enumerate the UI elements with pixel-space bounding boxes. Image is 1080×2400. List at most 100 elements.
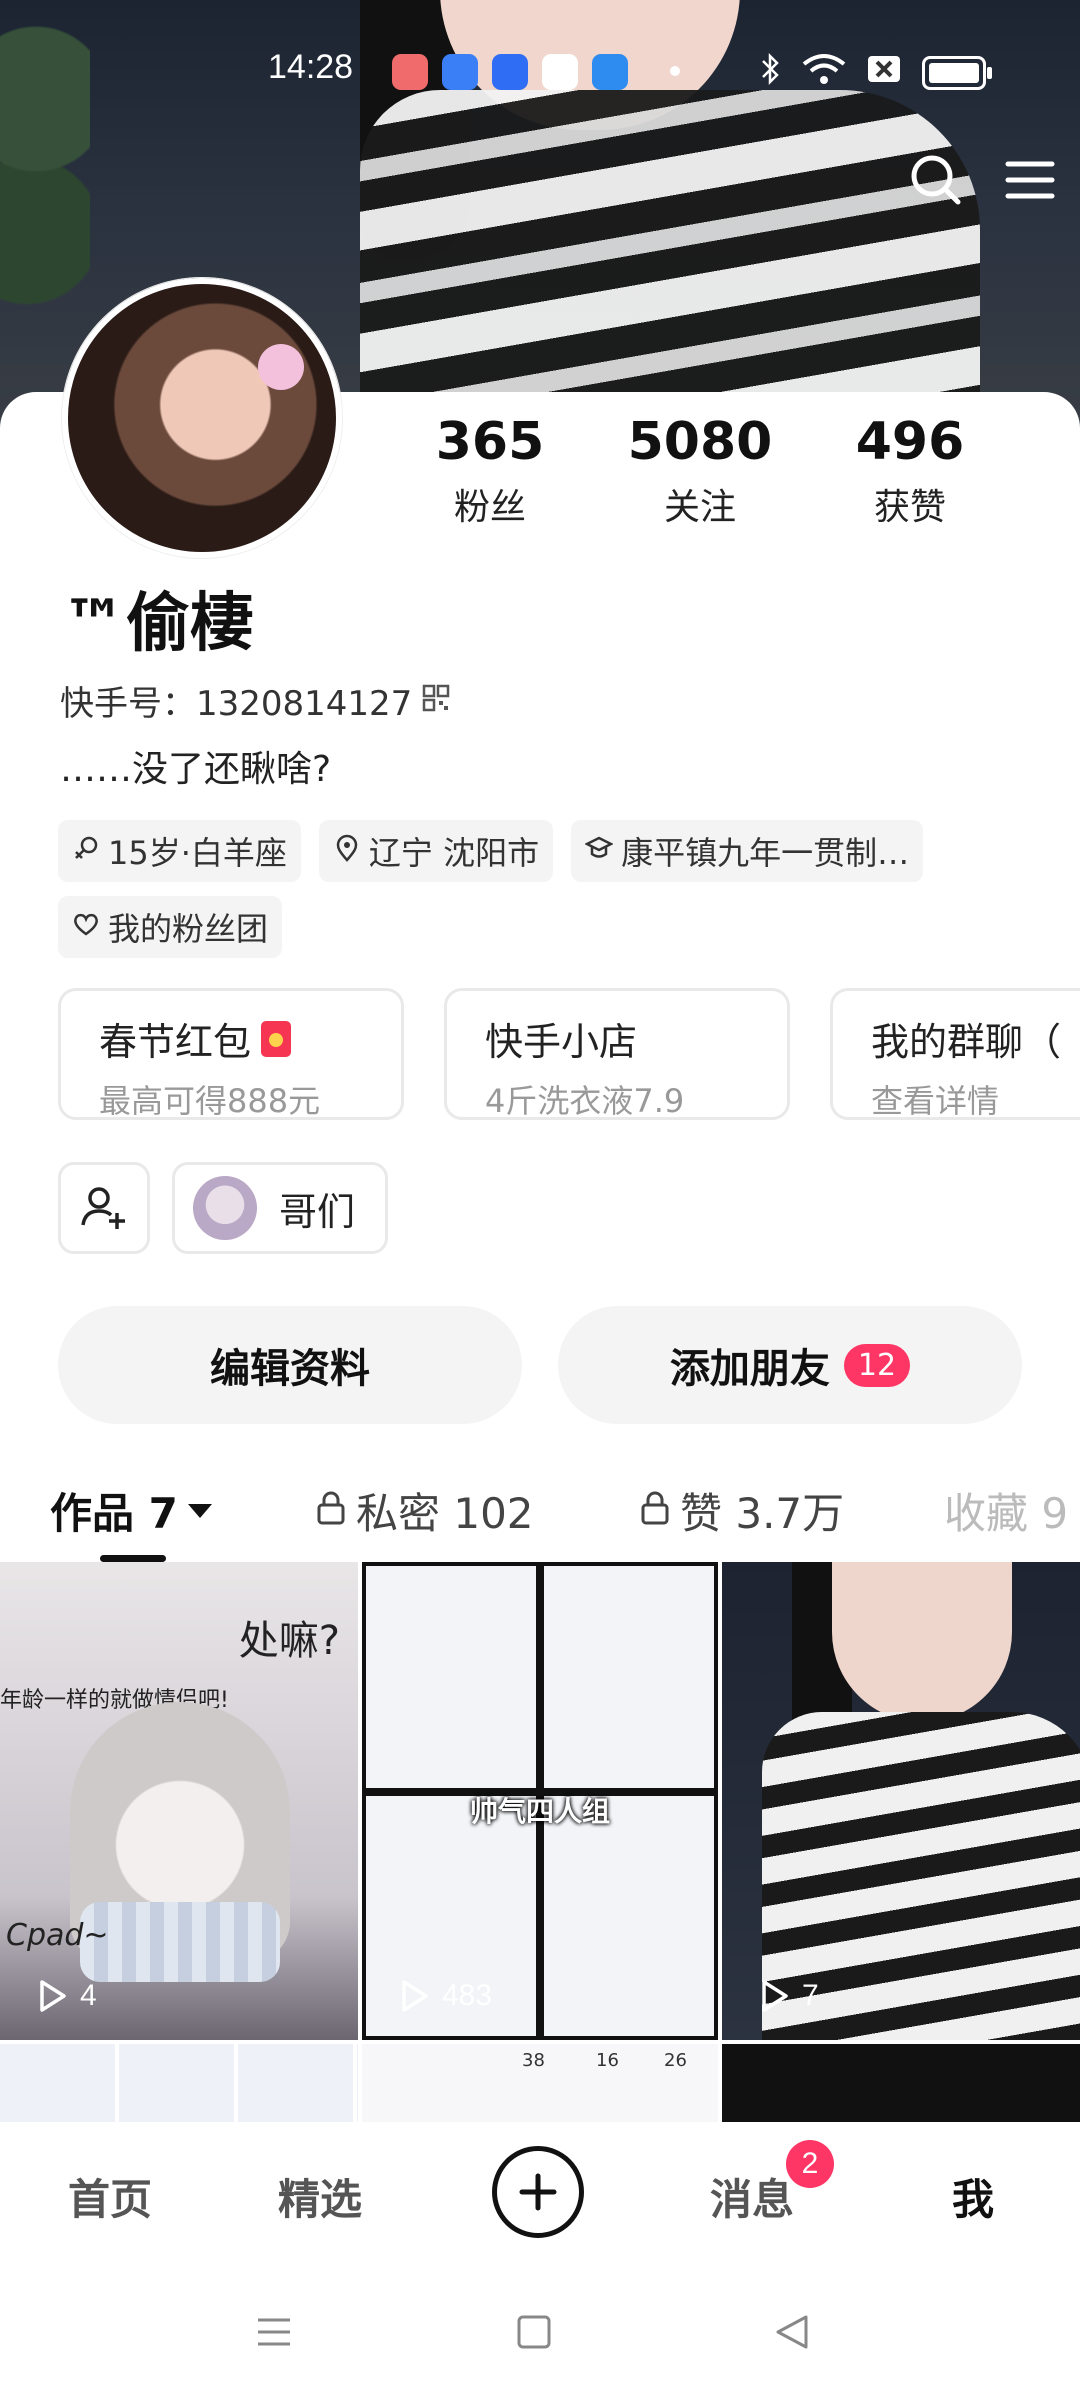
stat-following[interactable]: 5080 关注	[610, 412, 790, 530]
work-tile[interactable]: 处嘛? 年龄一样的就做情侣吧! Cpad~ 4	[0, 1562, 358, 2040]
work-tile[interactable]	[0, 2044, 358, 2122]
recent-apps-icon[interactable]	[254, 2312, 294, 2352]
nav-featured[interactable]: 精选	[278, 2166, 362, 2227]
avatar[interactable]	[62, 278, 342, 558]
stat-number: 5080	[627, 412, 773, 472]
play-count: 483	[396, 1978, 492, 2014]
screenshot-pane	[366, 1566, 536, 1788]
notification-app-icon	[392, 54, 428, 90]
profile-tags: 15岁·白羊座 辽宁 沈阳市 康平镇九年一贯制… 我的粉丝团	[58, 820, 1038, 958]
tab-label: 作品 7	[50, 1489, 178, 1538]
edit-profile-button[interactable]: 编辑资料	[58, 1306, 522, 1424]
play-count-value: 7	[802, 1979, 819, 2012]
promo-title: 我的群聊（	[871, 1020, 1062, 1064]
work-overlay-text: 帅气四人组	[469, 1795, 610, 1828]
tab-works[interactable]: 作品 7	[50, 1480, 212, 1541]
status-app-icons	[392, 54, 628, 90]
sim-off-icon	[866, 52, 902, 94]
add-friend-badge: 12	[843, 1343, 911, 1387]
play-icon	[40, 1980, 66, 2012]
promo-subtitle: 查看详情	[871, 1082, 1000, 1120]
tag-age[interactable]: 15岁·白羊座	[58, 820, 301, 882]
add-friend-button[interactable]: 添加朋友 12	[558, 1306, 1022, 1424]
work-signature: Cpad~	[6, 1918, 109, 1953]
tile-number: 16	[596, 2050, 619, 2071]
back-triangle-icon[interactable]	[772, 2312, 812, 2352]
friends-row: 哥们	[58, 1162, 389, 1254]
nav-me[interactable]: 我	[952, 2166, 994, 2227]
tag-fan-club[interactable]: 我的粉丝团	[58, 896, 283, 958]
tab-private[interactable]: 私密 102	[316, 1480, 534, 1541]
tag-label: 我的粉丝团	[108, 910, 269, 948]
notification-app-icon	[442, 54, 478, 90]
status-right-icons	[760, 52, 992, 94]
stat-label: 获赞	[873, 487, 946, 528]
work-tile[interactable]: 7	[722, 1562, 1080, 2040]
tab-label: 赞 3.7万	[680, 1489, 845, 1538]
stat-likes[interactable]: 496 获赞	[820, 412, 1000, 530]
works-grid: 处嘛? 年龄一样的就做情侣吧! Cpad~ 4 帅气四人组 483 7 38 1…	[0, 1562, 1080, 2122]
tag-location[interactable]: 辽宁 沈阳市	[318, 820, 554, 882]
create-button[interactable]	[492, 2146, 584, 2238]
status-time: 14:28	[268, 48, 354, 86]
stat-label: 粉丝	[453, 487, 526, 528]
play-count-value: 4	[80, 1979, 97, 2012]
promo-group-chat[interactable]: 我的群聊（ 查看详情	[830, 988, 1080, 1120]
system-nav-bar	[0, 2272, 1080, 2400]
qr-code-icon[interactable]	[422, 681, 450, 721]
red-envelope-icon	[261, 1020, 292, 1057]
work-tile[interactable]: 帅气四人组 483	[362, 1562, 718, 2040]
stat-number: 496	[855, 412, 965, 472]
work-illustration-scarf	[80, 1902, 280, 1982]
play-count-value: 483	[442, 1979, 493, 2012]
tag-school[interactable]: 康平镇九年一贯制…	[571, 820, 924, 882]
header-actions	[830, 150, 1080, 210]
profile-bio: ……没了还瞅啥?	[60, 749, 332, 790]
tab-favorites[interactable]: 收藏 9	[944, 1480, 1068, 1541]
content-tabs: 作品 7 私密 102 赞 3.7万 收藏 9	[0, 1470, 1080, 1560]
gender-icon	[72, 832, 100, 870]
nav-messages[interactable]: 消息	[710, 2166, 794, 2227]
wifi-icon	[802, 52, 846, 94]
promo-cards: 春节红包 最高可得888元 快手小店 4斤洗衣液7.9 我的群聊（ 查看详情	[58, 988, 1080, 1128]
promo-title: 春节红包	[99, 1020, 252, 1064]
profile-name: ™偷棲	[62, 587, 254, 661]
screenshot-pane	[544, 1566, 714, 1788]
add-person-icon	[81, 1187, 125, 1229]
play-icon	[762, 1980, 788, 2012]
promo-title: 快手小店	[485, 1020, 638, 1064]
friend-chip-label: 哥们	[279, 1189, 356, 1234]
kuaishou-id-text: 快手号：1320814127	[60, 684, 413, 724]
menu-icon[interactable]	[1000, 150, 1060, 210]
plus-icon	[519, 2173, 557, 2211]
add-friend-label: 添加朋友	[669, 1346, 830, 1392]
play-icon	[402, 1980, 428, 2012]
tab-label: 收藏 9	[944, 1489, 1069, 1538]
nav-home[interactable]: 首页	[68, 2166, 152, 2227]
home-square-icon[interactable]	[514, 2312, 554, 2352]
work-title-text: 处嘛?	[238, 1618, 340, 1664]
tab-likes[interactable]: 赞 3.7万	[640, 1480, 844, 1541]
more-notifications-dot	[670, 66, 680, 76]
add-person-button[interactable]	[58, 1162, 150, 1254]
heart-icon	[72, 908, 100, 946]
search-icon[interactable]	[906, 150, 966, 210]
notification-app-icon	[492, 54, 528, 90]
play-count: 7	[756, 1978, 819, 2014]
caret-down-icon	[187, 1503, 212, 1518]
lock-icon	[640, 1486, 670, 1535]
work-tile[interactable]	[722, 2044, 1080, 2122]
tag-label: 辽宁 沈阳市	[368, 834, 540, 872]
kuaishou-id-row[interactable]: 快手号：1320814127	[60, 676, 450, 725]
edit-profile-label: 编辑资料	[210, 1346, 370, 1392]
profile-actions: 编辑资料 添加朋友 12	[58, 1306, 1022, 1424]
stat-fans[interactable]: 365 粉丝	[400, 412, 580, 530]
promo-red-packet[interactable]: 春节红包 最高可得888元	[58, 988, 404, 1120]
location-pin-icon	[333, 832, 361, 870]
promo-subtitle: 4斤洗衣液7.9	[485, 1082, 685, 1120]
tile-number: 26	[664, 2050, 687, 2071]
tag-label: 15岁·白羊座	[108, 834, 287, 872]
promo-shop[interactable]: 快手小店 4斤洗衣液7.9	[444, 988, 790, 1120]
work-tile[interactable]: 38 16 26	[362, 2044, 718, 2122]
friend-chip[interactable]: 哥们	[172, 1162, 389, 1254]
